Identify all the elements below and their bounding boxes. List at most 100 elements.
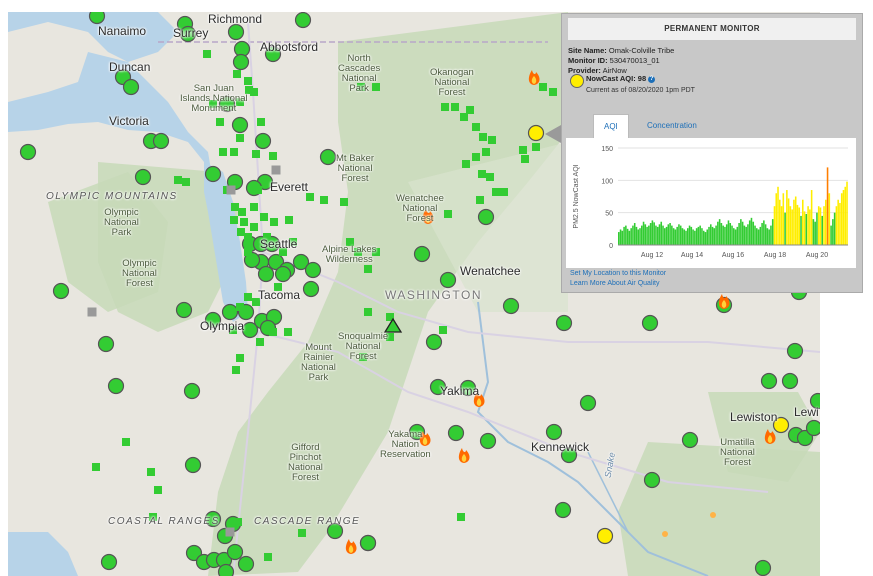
sensor-green (340, 198, 348, 206)
bar (757, 229, 760, 245)
monitor-green (217, 563, 235, 576)
tab-concentration[interactable]: Concentration (637, 114, 707, 138)
sensor-green (230, 216, 238, 224)
place-label: Alpine Lakes Wilderness (322, 244, 377, 265)
bar (649, 223, 652, 245)
sensor-green (216, 118, 224, 126)
place-label: COASTAL RANGES (108, 516, 220, 527)
bar (839, 202, 841, 245)
x-tick-label: Aug 18 (764, 252, 786, 259)
sensor-green (451, 103, 459, 111)
bar (825, 199, 827, 245)
bar (688, 225, 691, 245)
x-tick-label: Aug 16 (722, 252, 744, 259)
monitor-green (184, 456, 202, 474)
bar (810, 190, 813, 245)
bar (641, 225, 643, 245)
bar (704, 232, 707, 245)
monitor-green (681, 431, 699, 449)
bar (733, 228, 735, 245)
bar (777, 186, 779, 245)
bar (809, 209, 811, 245)
monitor-green (413, 245, 431, 263)
bar (786, 190, 788, 245)
place-label: WASHINGTON (385, 288, 483, 302)
place-label: Lewiston (730, 410, 778, 424)
sensor-green (254, 186, 262, 194)
place-label: Wenatchee National Forest (396, 193, 444, 224)
bar (685, 230, 687, 245)
bar (658, 224, 661, 245)
place-label: OLYMPIC MOUNTAINS (46, 191, 178, 202)
place-label: Victoria (109, 114, 149, 128)
sensor-green (240, 218, 248, 226)
place-label: Duncan (109, 60, 151, 74)
bar (644, 224, 647, 245)
aqi-chart-svg: 0 50 100 150 Aug 12 Aug 14 Aug 16 Aug 18 Aug 20 P… (573, 146, 848, 259)
monitor-green (555, 314, 573, 332)
bar (828, 193, 831, 245)
sensor-green (256, 338, 264, 346)
bar (763, 220, 765, 245)
bar (623, 226, 625, 245)
learn-more-link[interactable]: Learn More About Air Quality (570, 280, 660, 287)
x-tick-label: Aug 14 (681, 252, 703, 259)
place-label: Kennewick (531, 440, 590, 454)
place-label: Yakama Nation Reservation (380, 429, 431, 460)
sensor-green (237, 228, 245, 236)
bar (674, 229, 677, 245)
y-axis-label: PM2.5 NowCast AQI (573, 164, 580, 228)
monitor-id-row: Monitor ID: 530470013_01 (568, 56, 660, 65)
bar (766, 228, 769, 245)
set-location-link[interactable]: Set My Location to this Monitor (570, 270, 666, 277)
bar (618, 232, 620, 245)
bar (715, 225, 717, 245)
place-label: Richmond (208, 12, 263, 26)
sensor-green (244, 293, 252, 301)
sensor-green (231, 203, 239, 211)
sensor-green (298, 529, 306, 537)
question-circle-icon[interactable]: ? (648, 75, 656, 83)
bar (816, 212, 818, 245)
bar (669, 223, 671, 245)
bar (738, 223, 740, 245)
monitor-green (479, 432, 497, 450)
monitor-green (554, 501, 572, 519)
monitor-green (641, 314, 659, 332)
sensor-green (500, 188, 508, 196)
sensor-green (174, 176, 182, 184)
monitor-yellow (596, 527, 614, 545)
place-label: Nanaimo (98, 24, 147, 38)
sensor-green (250, 203, 258, 211)
tab-aqi[interactable]: AQI (593, 114, 629, 139)
bar (743, 225, 746, 245)
monitor-green (232, 53, 250, 71)
bar (648, 225, 650, 245)
sensor-green (154, 486, 162, 494)
sensor-green (244, 248, 252, 256)
place-label: CASCADE RANGE (254, 516, 361, 527)
bar (761, 223, 763, 245)
sensor-green (444, 210, 452, 218)
monitor-green (52, 282, 70, 300)
bar (708, 226, 710, 245)
monitor-green (781, 372, 799, 390)
monitor-green (152, 132, 170, 150)
place-label: Gifford Pinchot National Forest (288, 442, 323, 483)
monitor-green (100, 553, 118, 571)
bar (798, 207, 801, 245)
bar (671, 225, 673, 245)
monitor-green (231, 116, 249, 134)
monitor-green (439, 271, 457, 289)
place-label: Mt Baker National Forest (336, 153, 375, 184)
sensor-nodata (87, 307, 97, 317)
bar (814, 221, 816, 245)
bar (750, 217, 753, 245)
bar (667, 224, 670, 245)
monitor-green (227, 23, 245, 41)
place-label: Yakima (440, 384, 480, 398)
sensor-green (521, 155, 529, 163)
monitor-green (257, 265, 275, 283)
bar (759, 226, 762, 245)
bar (713, 228, 716, 245)
